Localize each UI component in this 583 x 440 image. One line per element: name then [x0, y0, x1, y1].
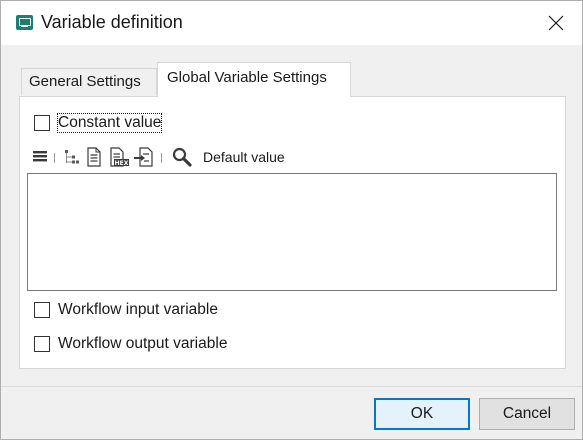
cancel-button[interactable]: Cancel	[479, 398, 575, 430]
dialog-title: Variable definition	[41, 12, 183, 32]
global-variable-settings-panel: Constant value HEX Default value Workflo…	[19, 96, 566, 369]
toolbar-separator	[161, 153, 162, 163]
close-button[interactable]	[536, 5, 576, 41]
constant-value-row[interactable]: Constant value	[34, 113, 163, 133]
search-icon[interactable]	[171, 146, 193, 168]
variable-definition-dialog: Variable definition General Settings Glo…	[0, 0, 583, 440]
toolbar-separator	[54, 153, 55, 163]
default-value-label[interactable]: Default value	[203, 149, 285, 165]
tab-global-variable-settings[interactable]: Global Variable Settings	[157, 62, 351, 97]
variable-app-icon	[16, 15, 33, 30]
constant-value-checkbox[interactable]	[34, 115, 50, 131]
close-icon	[548, 15, 564, 31]
svg-text:HEX: HEX	[115, 160, 129, 167]
hex-document-icon[interactable]: HEX	[108, 146, 130, 168]
footer-divider	[1, 386, 582, 387]
value-toolbar: HEX Default value	[31, 146, 311, 168]
document-icon[interactable]	[85, 146, 103, 168]
value-text-area[interactable]	[27, 173, 557, 291]
tree-icon[interactable]	[63, 146, 81, 168]
constant-value-label[interactable]: Constant value	[56, 113, 163, 133]
title-bar: Variable definition	[1, 1, 582, 45]
workflow-input-checkbox[interactable]	[34, 302, 50, 318]
import-document-icon[interactable]	[133, 146, 155, 168]
workflow-output-checkbox[interactable]	[34, 336, 50, 352]
ok-button[interactable]: OK	[374, 398, 470, 430]
workflow-input-row[interactable]: Workflow input variable	[34, 301, 218, 319]
workflow-output-row[interactable]: Workflow output variable	[34, 335, 227, 353]
workflow-output-label[interactable]: Workflow output variable	[58, 335, 227, 353]
tab-general-settings[interactable]: General Settings	[21, 68, 157, 95]
menu-icon[interactable]	[31, 146, 49, 166]
workflow-input-label[interactable]: Workflow input variable	[58, 301, 218, 319]
